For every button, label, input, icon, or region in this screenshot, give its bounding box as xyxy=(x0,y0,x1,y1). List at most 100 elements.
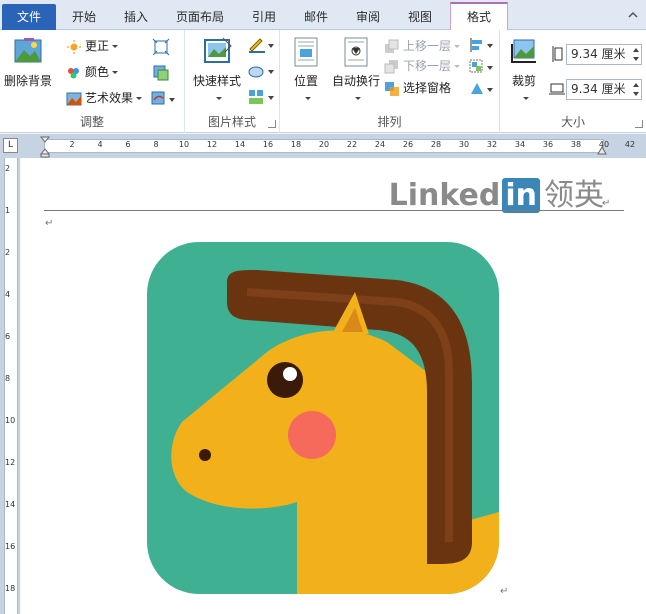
ruler-number: 40 xyxy=(598,140,610,149)
compress-pictures-icon[interactable] xyxy=(152,38,170,56)
vruler-number: 18 xyxy=(5,584,16,593)
width-input[interactable]: 9.34 厘米 xyxy=(566,79,642,100)
tab-file[interactable]: 文件 xyxy=(2,4,56,30)
bring-forward-icon xyxy=(385,39,399,53)
ruler-number: 34 xyxy=(514,140,526,149)
paragraph-mark: ↵ xyxy=(500,586,509,597)
vruler-number: 2 xyxy=(5,248,11,257)
vruler-number: 6 xyxy=(5,332,11,341)
change-picture-icon[interactable] xyxy=(152,64,170,82)
vruler-number: 2 xyxy=(5,164,11,173)
remove-background-label: 删除背景 xyxy=(3,74,52,88)
quick-styles-label: 快速样式 xyxy=(192,74,241,88)
picture-styles-launcher[interactable] xyxy=(268,120,276,128)
wrap-text-label: 自动换行 xyxy=(331,74,380,88)
ruler-number: 30 xyxy=(458,140,470,149)
ruler-number: 18 xyxy=(290,140,302,149)
group-picture-styles: 快速样式 图片样式 xyxy=(185,30,280,133)
rotate-icon[interactable] xyxy=(468,80,494,98)
ruler-number: 8 xyxy=(153,140,159,149)
paragraph-mark: ↵ xyxy=(602,198,611,209)
vruler-number: 4 xyxy=(5,290,11,299)
width-value: 9.34 厘米 xyxy=(571,82,626,96)
tab-review[interactable]: 审阅 xyxy=(344,4,392,30)
vruler-number: 16 xyxy=(5,542,16,551)
ruler-number: 32 xyxy=(486,140,498,149)
crop-button[interactable]: 裁剪 xyxy=(504,36,544,103)
selection-pane-icon xyxy=(385,81,399,96)
tab-insert[interactable]: 插入 xyxy=(112,4,160,30)
tab-page-layout[interactable]: 页面布局 xyxy=(168,4,232,30)
selection-pane-button[interactable]: 选择窗格 xyxy=(384,78,451,98)
ruler-number: 12 xyxy=(206,140,218,149)
tab-view[interactable]: 视图 xyxy=(396,4,444,30)
ruler-number: 36 xyxy=(542,140,554,149)
ruler-number: 22 xyxy=(346,140,358,149)
width-spinner-icon[interactable] xyxy=(631,80,641,99)
group-picture-styles-label: 图片样式 xyxy=(207,115,256,129)
ruler-number: 20 xyxy=(318,140,330,149)
ruler-number: 14 xyxy=(234,140,246,149)
reset-picture-icon[interactable] xyxy=(150,90,176,108)
palette-icon xyxy=(68,67,79,78)
ruler-number: 28 xyxy=(430,140,442,149)
send-backward-button[interactable]: 下移一层 xyxy=(384,56,461,76)
picture-layout-icon[interactable] xyxy=(247,88,275,106)
tab-references[interactable]: 引用 xyxy=(240,4,288,30)
crop-label: 裁剪 xyxy=(511,74,536,88)
horizontal-ruler[interactable]: L 2 4 6 8 10 12 14 16 18 20 22 24 26 28 … xyxy=(0,134,646,158)
ruler-number: 2 xyxy=(69,140,75,149)
group-adjust: 删除背景 更正 颜色 艺术效果 调整 xyxy=(0,30,185,133)
ruler-number: 16 xyxy=(262,140,274,149)
vertical-ruler[interactable]: 2 1 2 4 6 8 10 12 14 16 18 xyxy=(0,158,20,614)
quick-styles-button[interactable]: 快速样式 xyxy=(189,36,245,103)
ruler-number: 24 xyxy=(374,140,386,149)
group-size-label: 大小 xyxy=(560,115,585,129)
tab-mailings[interactable]: 邮件 xyxy=(292,4,340,30)
position-icon xyxy=(294,37,318,67)
ruler-number: 42 xyxy=(624,140,636,149)
vruler-number: 10 xyxy=(5,416,16,425)
remove-background-button[interactable]: 删除背景 xyxy=(2,36,54,89)
indent-marker-icon[interactable] xyxy=(40,136,50,158)
position-button[interactable]: 位置 xyxy=(286,36,326,103)
vruler-number: 1 xyxy=(5,206,11,215)
tab-format[interactable]: 格式 xyxy=(450,2,508,31)
remove-background-icon xyxy=(14,38,42,63)
ruler-number: 6 xyxy=(125,140,131,149)
picture-effects-icon[interactable] xyxy=(247,62,275,80)
horse-picture[interactable] xyxy=(147,242,499,594)
bring-forward-label: 上移一层 xyxy=(403,39,452,53)
height-spinner-icon[interactable] xyxy=(631,45,641,64)
send-backward-label: 下移一层 xyxy=(403,59,452,73)
quick-styles-icon xyxy=(204,37,232,63)
vruler-number: 14 xyxy=(5,500,16,509)
group-arrange-label: 排列 xyxy=(377,115,402,129)
group-objects-icon[interactable] xyxy=(468,58,494,76)
watermark-brand: Linked xyxy=(388,178,501,213)
size-launcher[interactable] xyxy=(635,120,643,128)
watermark-in-badge: in xyxy=(502,178,540,213)
corrections-button[interactable]: 更正 xyxy=(66,36,119,56)
height-input[interactable]: 9.34 厘米 xyxy=(566,44,642,65)
vruler-number: 12 xyxy=(5,458,16,467)
position-label: 位置 xyxy=(293,74,318,88)
tab-home[interactable]: 开始 xyxy=(60,4,108,30)
tab-selector[interactable]: L xyxy=(3,138,18,153)
ruler-number: 10 xyxy=(178,140,190,149)
group-arrange: 位置 自动换行 上移一层 下移一层 选择窗格 排列 xyxy=(280,30,500,133)
group-adjust-label: 调整 xyxy=(79,115,104,129)
document-page[interactable]: Linked in 领英 ↵ ↵ ↵ xyxy=(21,158,646,614)
color-button[interactable]: 颜色 xyxy=(66,62,119,82)
selection-pane-label: 选择窗格 xyxy=(403,81,452,95)
ribbon-tab-bar: 文件 开始 插入 页面布局 引用 邮件 审阅 视图 格式 xyxy=(0,0,646,31)
align-icon[interactable] xyxy=(468,36,494,54)
artistic-effects-button[interactable]: 艺术效果 xyxy=(66,88,143,108)
artistic-effects-icon xyxy=(66,92,82,105)
paragraph-mark: ↵ xyxy=(45,218,54,229)
group-size: 裁剪 9.34 厘米 9.34 厘米 大小 xyxy=(500,30,646,133)
wrap-text-button[interactable]: 自动换行 xyxy=(328,36,384,103)
collapse-ribbon-icon[interactable] xyxy=(628,10,638,20)
bring-forward-button[interactable]: 上移一层 xyxy=(384,36,461,56)
picture-border-icon[interactable] xyxy=(247,36,275,54)
